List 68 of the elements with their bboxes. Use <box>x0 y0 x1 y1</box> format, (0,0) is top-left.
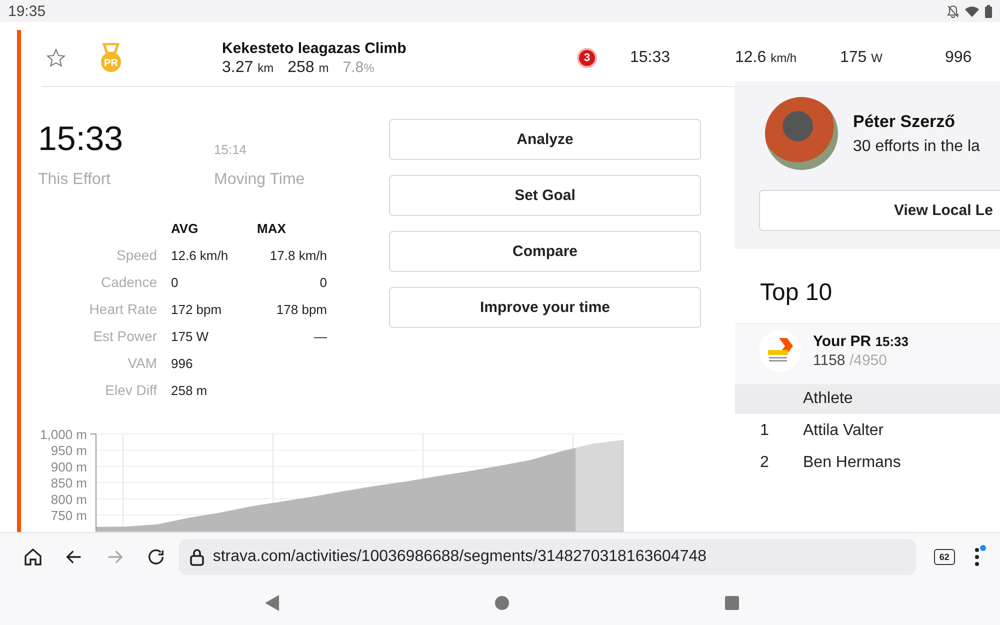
bell-off-icon <box>947 4 959 18</box>
legend-name: Péter Szerző <box>853 112 956 132</box>
your-pr-label: Your PR 15:33 <box>813 333 908 350</box>
column-header: AVG <box>170 220 200 238</box>
stat-max: — <box>313 328 327 346</box>
tab-count-button[interactable]: 62 <box>934 548 955 564</box>
rank-badge: 3 <box>577 48 597 68</box>
effort-label: This Effort <box>38 171 112 189</box>
address-bar[interactable]: strava.com/activities/10036986688/segments/3148270318163604748 <box>178 538 916 574</box>
clock: 19:35 <box>8 2 46 20</box>
action-button[interactable]: Set Goal <box>389 175 701 216</box>
stat-label: Speed <box>116 246 157 265</box>
wifi-icon <box>965 6 979 16</box>
stat-avg: 175 W <box>170 328 210 346</box>
stat-label: Heart Rate <box>88 300 157 319</box>
moving-time-value: 15:14 <box>214 142 248 159</box>
athlete-cell[interactable]: Attila Valter <box>803 422 1000 440</box>
back-nav-icon[interactable] <box>265 594 279 610</box>
action-button[interactable]: Improve your time <box>389 287 701 328</box>
axis-tick-label: 850 m <box>50 476 87 491</box>
segment-time: 15:33 <box>630 49 672 67</box>
rank-cell-text: 1 <box>760 422 770 440</box>
stat-label: VAM <box>126 354 157 373</box>
reload-icon <box>146 546 166 566</box>
star-icon[interactable] <box>46 48 66 68</box>
stat-avg: 172 bpm <box>170 301 223 319</box>
moving-time-label: Moving Time <box>214 171 306 189</box>
action-button[interactable]: Analyze <box>389 119 701 160</box>
stat-avg: 0 <box>170 274 180 292</box>
stat-avg: 996 <box>170 355 194 373</box>
action-button[interactable]: Compare <box>389 231 701 272</box>
home-nav-icon[interactable] <box>495 596 509 610</box>
battery-icon <box>985 4 992 18</box>
kebab-menu-icon <box>974 548 979 566</box>
athlete-cell[interactable]: Ben Hermans <box>803 454 1000 472</box>
axis-tick-label: 750 m <box>50 508 87 523</box>
axis-tick-label: 900 m <box>50 459 87 474</box>
segment-power: 175 W <box>840 49 884 67</box>
view-local-legend-button[interactable]: View Local Le <box>759 190 1000 231</box>
stat-label: Est Power <box>92 327 157 346</box>
rank-cell-text: 2 <box>760 454 770 472</box>
segment-elevation: 258 m <box>288 58 329 76</box>
column-header: MAX <box>257 220 287 238</box>
home-icon <box>22 546 43 566</box>
axis-tick-label: 800 m <box>50 492 87 507</box>
segment-title[interactable]: Kekesteto leagazas Climb <box>222 40 577 56</box>
stat-max: 17.8 km/h <box>268 247 327 265</box>
legend-subtitle: 30 efforts in the la <box>853 138 980 156</box>
leaderboard-title: Top 10 <box>759 278 834 308</box>
stat-max: 0 <box>318 274 327 292</box>
stat-avg: 12.6 km/h <box>170 247 230 265</box>
club-logo-icon <box>759 330 801 372</box>
stat-label: Cadence <box>100 273 157 292</box>
effort-time: 15:33 <box>38 119 124 159</box>
axis-tick-label: 950 m <box>50 443 87 458</box>
segment-speed: 12.6 km/h <box>735 49 798 67</box>
stat-avg: 258 m <box>170 382 208 400</box>
axis-tick-label: 1,000 m <box>40 427 87 442</box>
table-header: Athlete <box>735 384 1000 414</box>
segment-vam: 996 <box>945 49 973 67</box>
your-pr-rank: 1158 /4950 <box>813 352 888 369</box>
segment-distance: 3.27 km <box>222 58 274 76</box>
stat-max: 178 bpm <box>275 301 327 319</box>
recents-nav-icon[interactable] <box>725 596 739 610</box>
stat-label: Elev Diff <box>104 381 157 400</box>
lock-icon <box>188 548 205 566</box>
notification-dot <box>980 544 986 550</box>
segment-grade: 7.8% <box>342 58 374 76</box>
